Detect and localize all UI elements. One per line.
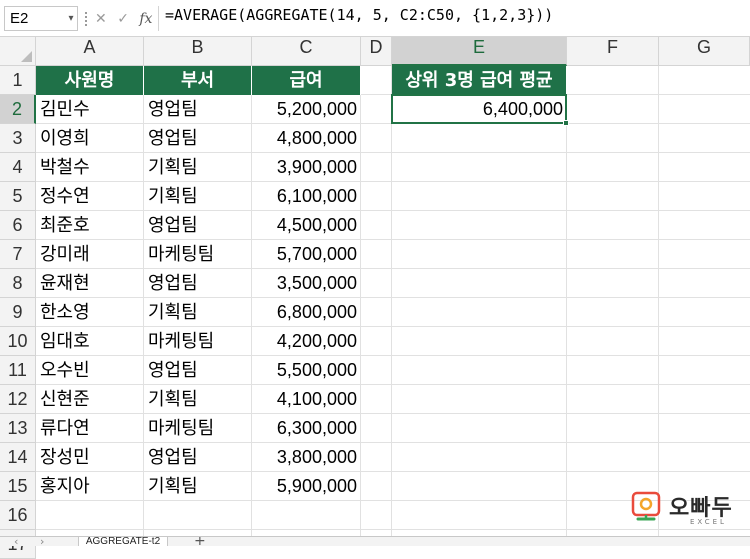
row-header-1[interactable]: 1 [0, 66, 36, 95]
employee-name-cell[interactable]: 류다연 [36, 414, 144, 443]
cell-grid[interactable]: 사원명 부서 급여 김민수 영업팀 5,200,000 이영희 영업팀 4,800,000 박철수… [36, 66, 750, 546]
department-cell[interactable]: 영업팀 [144, 124, 252, 153]
sheet-tab-bar: ‹ › AGGREGATE-t2 + [0, 536, 750, 546]
salary-cell[interactable]: 5,700,000 [252, 240, 361, 269]
row-header-14[interactable]: 14 [0, 443, 36, 472]
column-header-b[interactable]: B [144, 37, 252, 66]
department-cell[interactable]: 기획팀 [144, 385, 252, 414]
employee-name-cell[interactable]: 장성민 [36, 443, 144, 472]
employee-name-cell[interactable]: 윤재현 [36, 269, 144, 298]
header-employee-name[interactable]: 사원명 [36, 66, 144, 95]
salary-cell[interactable]: 3,800,000 [252, 443, 361, 472]
header-salary[interactable]: 급여 [252, 66, 361, 95]
enter-check-icon[interactable]: ✓ [117, 8, 129, 30]
tab-scroll-left-icon[interactable]: ‹ [14, 537, 18, 546]
row-header-13[interactable]: 13 [0, 414, 36, 443]
sheet-tab-active[interactable]: AGGREGATE-t2 [78, 537, 168, 546]
department-cell[interactable]: 영업팀 [144, 211, 252, 240]
employee-name-cell[interactable]: 강미래 [36, 240, 144, 269]
employee-name-cell[interactable]: 한소영 [36, 298, 144, 327]
department-cell[interactable]: 영업팀 [144, 269, 252, 298]
employee-name-cell[interactable]: 최준호 [36, 211, 144, 240]
employee-name-cell[interactable]: 김민수 [36, 95, 144, 124]
row-header-9[interactable]: 9 [0, 298, 36, 327]
row-header-12[interactable]: 12 [0, 385, 36, 414]
name-box-dropdown-icon[interactable]: ▾ [64, 6, 78, 31]
logo-subtitle: EXCEL [690, 518, 727, 526]
gridline [391, 66, 392, 546]
add-sheet-button[interactable]: + [194, 537, 206, 546]
employee-name-cell[interactable]: 홍지아 [36, 472, 144, 501]
employee-name-cell[interactable]: 박철수 [36, 153, 144, 182]
employee-name-cell[interactable]: 정수연 [36, 182, 144, 211]
formula-bar-divider [158, 6, 159, 31]
insert-function-icon[interactable]: fx [139, 8, 152, 30]
salary-cell[interactable]: 4,100,000 [252, 385, 361, 414]
department-cell[interactable]: 기획팀 [144, 182, 252, 211]
column-header-f[interactable]: F [567, 37, 659, 66]
column-header-c[interactable]: C [252, 37, 361, 66]
employee-name-cell[interactable]: 신현준 [36, 385, 144, 414]
header-department[interactable]: 부서 [144, 66, 252, 95]
gridline [566, 66, 567, 546]
column-header-a[interactable]: A [36, 37, 144, 66]
salary-cell[interactable]: 4,800,000 [252, 124, 361, 153]
row-header-16[interactable]: 16 [0, 501, 36, 530]
department-cell[interactable]: 영업팀 [144, 356, 252, 385]
column-header-d[interactable]: D [361, 37, 392, 66]
row-header-7[interactable]: 7 [0, 240, 36, 269]
salary-cell[interactable]: 6,800,000 [252, 298, 361, 327]
employee-name-cell[interactable]: 임대호 [36, 327, 144, 356]
formula-bar: E2 ▾ ✕ ✓ fx =AVERAGE(AGGREGATE(14, 5, C2… [0, 0, 750, 37]
row-header-3[interactable]: 3 [0, 124, 36, 153]
department-cell[interactable]: 마케팅팀 [144, 240, 252, 269]
formula-bar-grip-icon[interactable] [85, 12, 88, 26]
cancel-icon[interactable]: ✕ [95, 8, 107, 30]
salary-cell[interactable]: 6,300,000 [252, 414, 361, 443]
salary-cell[interactable]: 5,500,000 [252, 356, 361, 385]
department-cell[interactable]: 마케팅팀 [144, 414, 252, 443]
employee-name-cell[interactable]: 오수빈 [36, 356, 144, 385]
gridline [658, 66, 659, 546]
select-all-corner[interactable] [0, 37, 36, 66]
logo-mark-icon [631, 491, 661, 521]
result-header-cell[interactable]: 상위 3명 급여 평균 [392, 66, 567, 95]
salary-cell[interactable]: 3,500,000 [252, 269, 361, 298]
department-cell[interactable]: 영업팀 [144, 443, 252, 472]
active-cell-border [391, 94, 567, 124]
salary-cell[interactable]: 6,100,000 [252, 182, 361, 211]
department-cell[interactable]: 영업팀 [144, 95, 252, 124]
row-header-15[interactable]: 15 [0, 472, 36, 501]
salary-cell[interactable]: 3,900,000 [252, 153, 361, 182]
salary-cell[interactable]: 5,200,000 [252, 95, 361, 124]
column-header-e[interactable]: E [392, 37, 567, 66]
tab-scroll-right-icon[interactable]: › [40, 537, 44, 546]
formula-bar-buttons: ✕ ✓ fx [95, 8, 158, 30]
row-header-2[interactable]: 2 [0, 95, 36, 124]
column-header-g[interactable]: G [659, 37, 750, 66]
row-header-10[interactable]: 10 [0, 327, 36, 356]
fill-handle[interactable] [563, 120, 569, 126]
row-header-8[interactable]: 8 [0, 269, 36, 298]
employee-name-cell[interactable]: 이영희 [36, 124, 144, 153]
row-header-6[interactable]: 6 [0, 211, 36, 240]
row-header-4[interactable]: 4 [0, 153, 36, 182]
salary-cell[interactable]: 4,500,000 [252, 211, 361, 240]
salary-cell[interactable]: 5,900,000 [252, 472, 361, 501]
oppadu-logo: 오빠두 EXCEL [630, 490, 742, 530]
department-cell[interactable]: 기획팀 [144, 298, 252, 327]
department-cell[interactable]: 기획팀 [144, 472, 252, 501]
row-header-5[interactable]: 5 [0, 182, 36, 211]
formula-input[interactable]: =AVERAGE(AGGREGATE(14, 5, C2:C50, {1,2,3… [165, 6, 553, 31]
department-cell[interactable]: 기획팀 [144, 153, 252, 182]
department-cell[interactable]: 마케팅팀 [144, 327, 252, 356]
row-header-11[interactable]: 11 [0, 356, 36, 385]
salary-cell[interactable]: 4,200,000 [252, 327, 361, 356]
